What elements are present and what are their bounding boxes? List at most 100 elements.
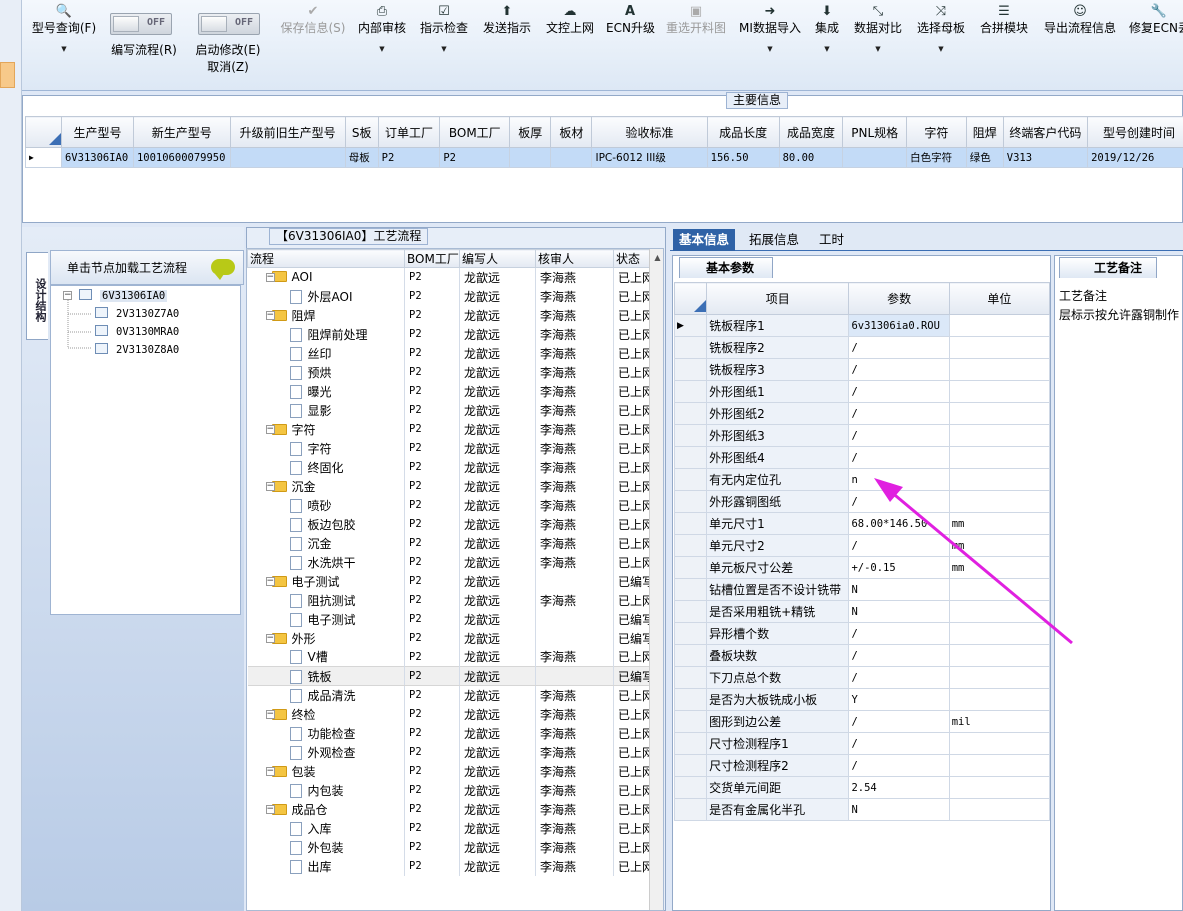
tree-node-child[interactable]: 2V3130Z7A0	[95, 306, 179, 322]
param-unit[interactable]	[948, 798, 1051, 821]
column-header[interactable]: 订单工厂	[377, 116, 441, 148]
collapse-toggle-icon[interactable]: −	[265, 633, 275, 643]
param-row[interactable]: 外形图纸4/	[673, 446, 1051, 469]
param-unit[interactable]	[948, 666, 1051, 689]
param-value[interactable]: 6v31306ia0.ROU	[848, 314, 950, 337]
row-header[interactable]	[673, 402, 708, 425]
column-header[interactable]: PNL规格	[842, 116, 908, 148]
process-row[interactable]: 外层AOI P2 龙歆远 李海燕 已上网	[247, 286, 663, 306]
param-value[interactable]: n	[848, 468, 950, 491]
param-row[interactable]: 图形到边公差 / mil	[673, 710, 1051, 733]
process-row[interactable]: 终固化 P2 龙歆远 李海燕 已上网	[247, 457, 663, 477]
column-header[interactable]: 编写人	[459, 249, 536, 268]
dropdown-arrow-icon[interactable]: ▼	[738, 44, 802, 54]
process-row[interactable]: 预烘 P2 龙歆远 李海燕 已上网	[247, 362, 663, 382]
tree-node-child[interactable]: 2V3130Z8A0	[95, 342, 179, 358]
collapse-toggle-icon[interactable]: −	[265, 709, 275, 719]
write-flow-toggle[interactable]: OFF	[110, 13, 172, 35]
model-query-button[interactable]: 🔍 型号查询(F) ▼	[28, 4, 100, 54]
table-cell[interactable]: V313	[1002, 147, 1089, 168]
process-row[interactable]: 出库 P2 龙歆远 李海燕 已上网	[247, 856, 663, 876]
select-mother-board-button[interactable]: ⤨ 选择母板 ▼	[915, 4, 967, 54]
merge-module-button[interactable]: ☰ 合拼模块	[978, 4, 1030, 36]
cancel-label[interactable]: 取消(Z)	[188, 58, 268, 75]
collapse-toggle-icon[interactable]: −	[265, 481, 275, 491]
param-unit[interactable]	[948, 424, 1051, 447]
param-value[interactable]: N	[848, 798, 950, 821]
process-row[interactable]: − 沉金 P2 龙歆远 李海燕 已上网	[247, 476, 663, 496]
dropdown-arrow-icon[interactable]: ▼	[812, 44, 842, 54]
table-cell[interactable]: 白色字符	[906, 147, 967, 168]
param-row[interactable]: 外形图纸2/	[673, 402, 1051, 425]
process-row[interactable]: 电子测试 P2 龙歆远 已编写	[247, 609, 663, 629]
dropdown-arrow-icon[interactable]: ▼	[915, 44, 967, 54]
process-row[interactable]: − 字符 P2 龙歆远 李海燕 已上网	[247, 419, 663, 439]
param-value[interactable]: N	[848, 578, 950, 601]
param-row[interactable]: 外形露铜图纸 /	[673, 490, 1051, 513]
param-unit[interactable]	[948, 600, 1051, 623]
process-row[interactable]: 阻焊前处理 P2 龙歆远 李海燕 已上网	[247, 324, 663, 344]
tab-process-notes[interactable]: 工艺备注	[1059, 257, 1157, 278]
row-header[interactable]	[673, 490, 708, 513]
column-header[interactable]: 板材	[550, 116, 593, 148]
fix-ecn-button[interactable]: 🔧修复ECN丢	[1129, 4, 1183, 36]
process-row[interactable]: V槽 P2 龙歆远 李海燕 已上网	[247, 647, 663, 667]
row-pointer-icon[interactable]: ▶	[673, 314, 708, 337]
table-row[interactable]: ▶ 6V31306IA0 10010600079950 母板 P2 P2 IPC-6012 …	[25, 147, 1183, 168]
param-unit[interactable]	[948, 358, 1051, 381]
param-unit[interactable]: mm	[948, 534, 1051, 557]
table-cell[interactable]: P2	[439, 147, 511, 168]
dropdown-arrow-icon[interactable]: ▼	[28, 44, 100, 54]
row-header[interactable]	[673, 754, 708, 777]
table-cell[interactable]: 母板	[344, 147, 379, 168]
column-header[interactable]: 升级前旧生产型号	[229, 116, 346, 148]
column-header[interactable]: 字符	[906, 116, 967, 148]
collapse-toggle-icon[interactable]: −	[265, 576, 275, 586]
column-header[interactable]: 新生产型号	[132, 116, 231, 148]
column-header[interactable]: 单位	[948, 282, 1051, 315]
table-cell[interactable]: IPC-6012 III级	[591, 147, 708, 168]
param-value[interactable]: /	[848, 446, 950, 469]
column-header[interactable]: 型号创建时间	[1087, 116, 1183, 148]
param-value[interactable]: /	[848, 490, 950, 513]
param-row[interactable]: 外形图纸1/	[673, 380, 1051, 403]
process-row[interactable]: − 包装 P2 龙歆远 李海燕 已上网	[247, 761, 663, 781]
param-value[interactable]: /	[848, 666, 950, 689]
process-row[interactable]: − 成品仓 P2 龙歆远 李海燕 已上网	[247, 799, 663, 819]
instruction-check-button[interactable]: ☑ 指示检查 ▼	[418, 4, 470, 54]
table-cell[interactable]	[550, 147, 593, 168]
process-row[interactable]: 字符 P2 龙歆远 李海燕 已上网	[247, 438, 663, 458]
row-header[interactable]	[673, 666, 708, 689]
table-cell[interactable]	[509, 147, 552, 168]
row-header[interactable]	[673, 556, 708, 579]
param-row[interactable]: 叠板块数 /	[673, 644, 1051, 667]
param-value[interactable]: /	[848, 754, 950, 777]
column-header[interactable]: BOM工厂	[404, 249, 460, 268]
process-row[interactable]: 外观检查 P2 龙歆远 李海燕 已上网	[247, 742, 663, 762]
param-value[interactable]: /	[848, 732, 950, 755]
tree-node-root[interactable]: 6V31306IA0	[79, 288, 168, 304]
param-value[interactable]: /	[848, 644, 950, 667]
process-row[interactable]: − 终检 P2 龙歆远 李海燕 已上网	[247, 704, 663, 724]
table-cell[interactable]: 10010600079950	[132, 147, 231, 168]
param-row[interactable]: 有无内定位孔 n	[673, 468, 1051, 491]
process-row[interactable]: 阻抗测试 P2 龙歆远 李海燕 已上网	[247, 590, 663, 610]
param-value[interactable]: /	[848, 380, 950, 403]
param-row[interactable]: 下刀点总个数 /	[673, 666, 1051, 689]
collapse-toggle-icon[interactable]: −	[265, 424, 275, 434]
process-row[interactable]: 入库 P2 龙歆远 李海燕 已上网	[247, 818, 663, 838]
collapse-toggle-icon[interactable]: −	[265, 273, 275, 282]
column-header[interactable]: 终端客户代码	[1002, 116, 1089, 148]
column-header[interactable]: 板厚	[509, 116, 552, 148]
table-cell[interactable]: P2	[377, 147, 441, 168]
column-header[interactable]: 参数	[848, 282, 950, 315]
dropdown-arrow-icon[interactable]: ▼	[418, 44, 470, 54]
collapse-toggle-icon[interactable]: −	[265, 804, 275, 814]
param-value[interactable]: N	[848, 600, 950, 623]
param-row[interactable]: 是否为大板铣成小板 Y	[673, 688, 1051, 711]
row-header[interactable]	[673, 798, 708, 821]
data-compare-button[interactable]: ⤡ 数据对比 ▼	[852, 4, 904, 54]
table-cell[interactable]: 绿色	[965, 147, 1004, 168]
param-value[interactable]: /	[848, 358, 950, 381]
param-row[interactable]: 铣板程序3/	[673, 358, 1051, 381]
